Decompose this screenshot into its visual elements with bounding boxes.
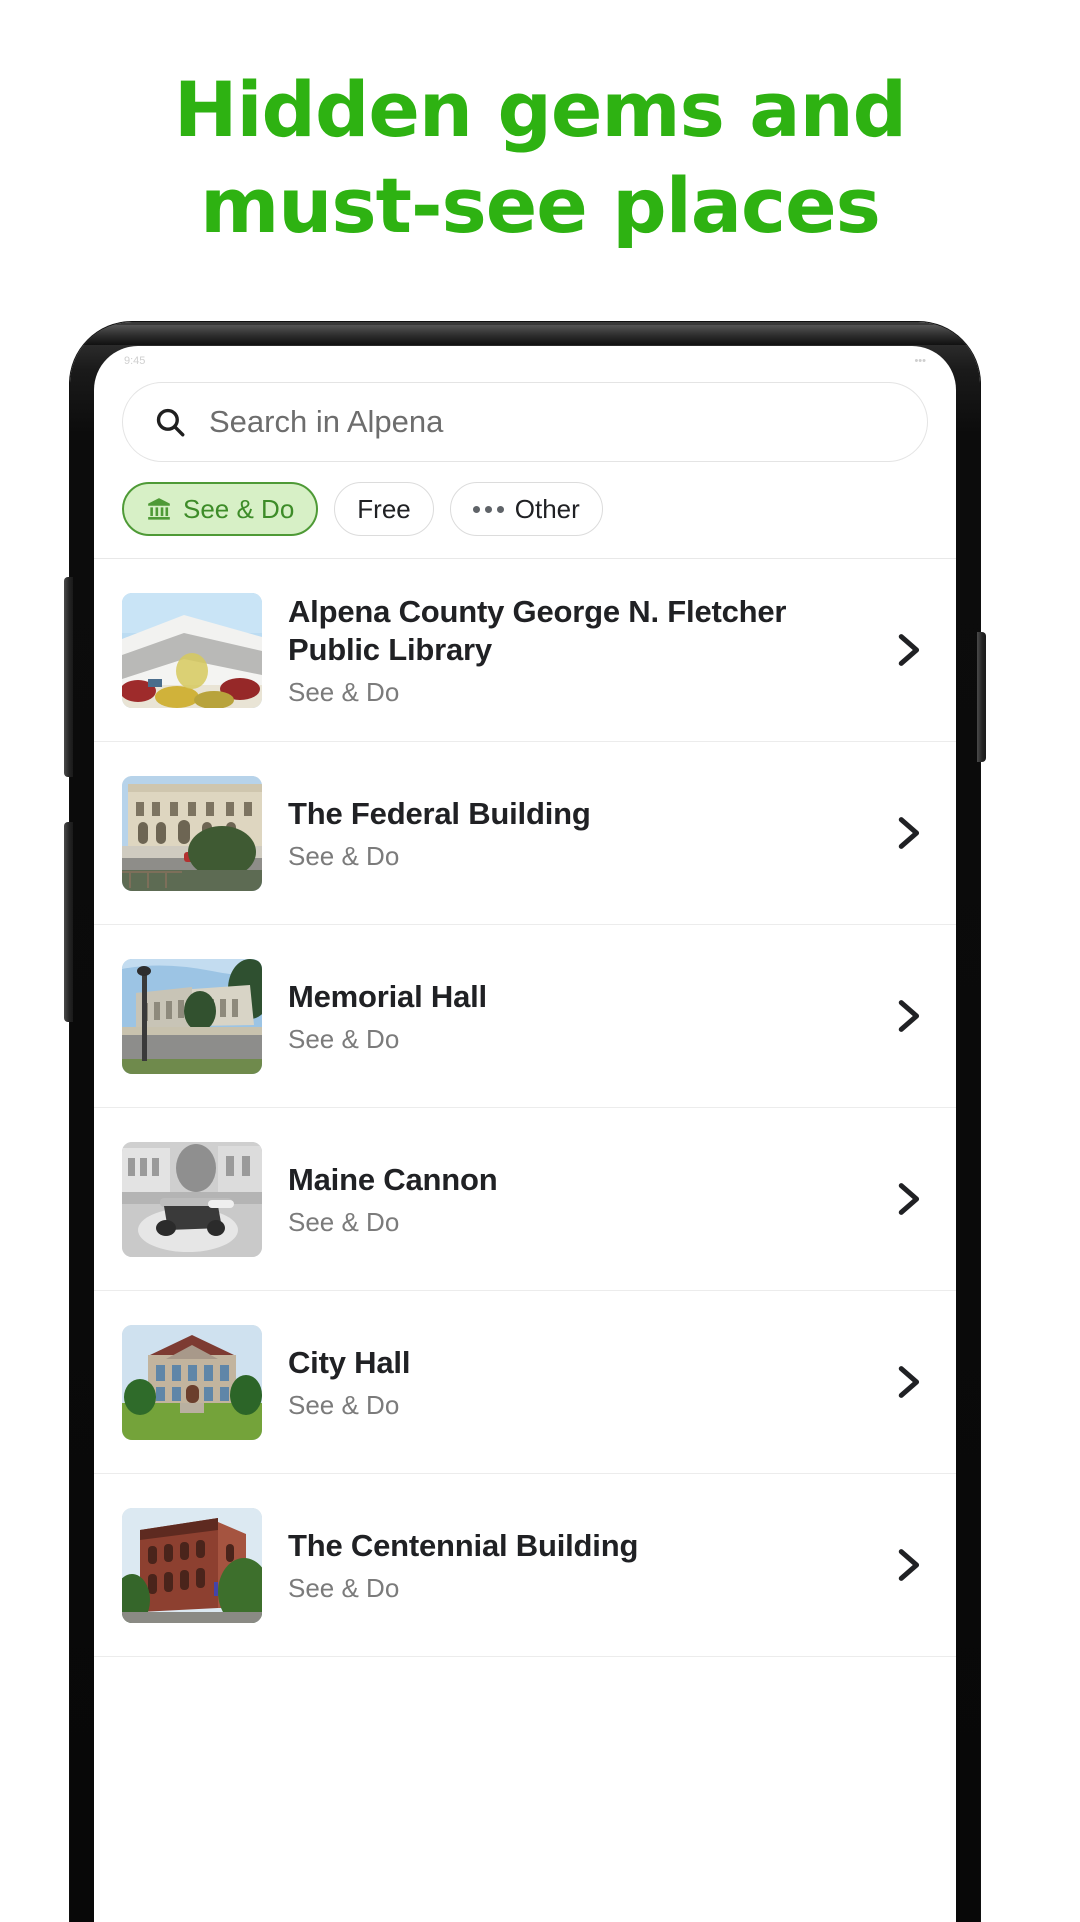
- city-hall-photo: [122, 1324, 262, 1440]
- chevron-right-icon[interactable]: [884, 1359, 930, 1405]
- list-item-text: Maine Cannon See & Do: [288, 1161, 858, 1238]
- chevron-right-icon[interactable]: [884, 1542, 930, 1588]
- search-placeholder: Search in Alpena: [209, 404, 444, 439]
- page-title: Hidden gems and must-see places: [0, 0, 1080, 254]
- list-item-text: The Centennial Building See & Do: [288, 1527, 858, 1604]
- status-bar-indicators: •••: [914, 355, 926, 367]
- list-item-title: City Hall: [288, 1344, 411, 1380]
- list-item[interactable]: Maine Cannon See & Do: [94, 1108, 956, 1291]
- phone-screen: 9:45 ••• Search in Alpena See & Do Free …: [94, 346, 956, 1922]
- chip-see-and-do[interactable]: See & Do: [122, 482, 319, 536]
- chevron-right-icon[interactable]: [884, 993, 930, 1039]
- list-item[interactable]: Alpena County George N. Fletcher Public …: [94, 559, 956, 742]
- list-item-title: Alpena County George N. Fletcher Public …: [288, 593, 787, 667]
- list-item-title: The Federal Building: [288, 795, 591, 831]
- list-item-title: The Centennial Building: [288, 1527, 639, 1563]
- list-item-text: Alpena County George N. Fletcher Public …: [288, 593, 858, 708]
- more-horizontal-icon: [472, 505, 504, 513]
- volume-down-button[interactable]: [64, 822, 73, 1022]
- list-item-subtitle: See & Do: [288, 1389, 400, 1420]
- search-input[interactable]: Search in Alpena: [122, 382, 928, 462]
- status-bar-time: 9:45: [124, 355, 146, 367]
- list-item-subtitle: See & Do: [288, 1206, 400, 1237]
- centennial-building-photo: [122, 1507, 262, 1623]
- list-item-subtitle: See & Do: [288, 1023, 400, 1054]
- status-bar: 9:45 •••: [94, 346, 956, 368]
- museum-icon: [146, 496, 172, 522]
- list-item-text: The Federal Building See & Do: [288, 795, 858, 872]
- chip-other[interactable]: Other: [449, 482, 603, 536]
- list-item-text: Memorial Hall See & Do: [288, 978, 858, 1055]
- list-item-subtitle: See & Do: [288, 840, 400, 871]
- phone-bezel-highlight: [74, 325, 976, 345]
- chip-free[interactable]: Free: [334, 482, 434, 536]
- headline-line-1: Hidden gems and: [173, 65, 907, 154]
- list-item[interactable]: The Federal Building See & Do: [94, 742, 956, 925]
- list-item-title: Maine Cannon: [288, 1161, 498, 1197]
- chip-label: See & Do: [183, 493, 295, 524]
- search-icon: [153, 405, 187, 439]
- places-list: Alpena County George N. Fletcher Public …: [94, 559, 956, 1657]
- chip-label: Free: [357, 493, 411, 524]
- chevron-right-icon[interactable]: [884, 810, 930, 856]
- list-item[interactable]: Memorial Hall See & Do: [94, 925, 956, 1108]
- memorial-hall-photo: [122, 958, 262, 1074]
- library-photo: [122, 592, 262, 708]
- list-item-title: Memorial Hall: [288, 978, 487, 1014]
- filter-chips: See & Do Free Other: [94, 462, 956, 558]
- chevron-right-icon[interactable]: [884, 627, 930, 673]
- federal-building-photo: [122, 775, 262, 891]
- search-row: Search in Alpena: [94, 368, 956, 462]
- chip-label: Other: [514, 493, 580, 524]
- headline-line-2: must-see places: [200, 161, 881, 250]
- power-button[interactable]: [977, 632, 986, 762]
- list-item-subtitle: See & Do: [288, 676, 400, 707]
- list-item-subtitle: See & Do: [288, 1572, 400, 1603]
- phone-mockup: 9:45 ••• Search in Alpena See & Do Free …: [64, 322, 986, 1922]
- list-item[interactable]: The Centennial Building See & Do: [94, 1474, 956, 1657]
- maine-cannon-photo: [122, 1141, 262, 1257]
- chevron-right-icon[interactable]: [884, 1176, 930, 1222]
- list-item-text: City Hall See & Do: [288, 1344, 858, 1421]
- list-item[interactable]: City Hall See & Do: [94, 1291, 956, 1474]
- volume-up-button[interactable]: [64, 577, 73, 777]
